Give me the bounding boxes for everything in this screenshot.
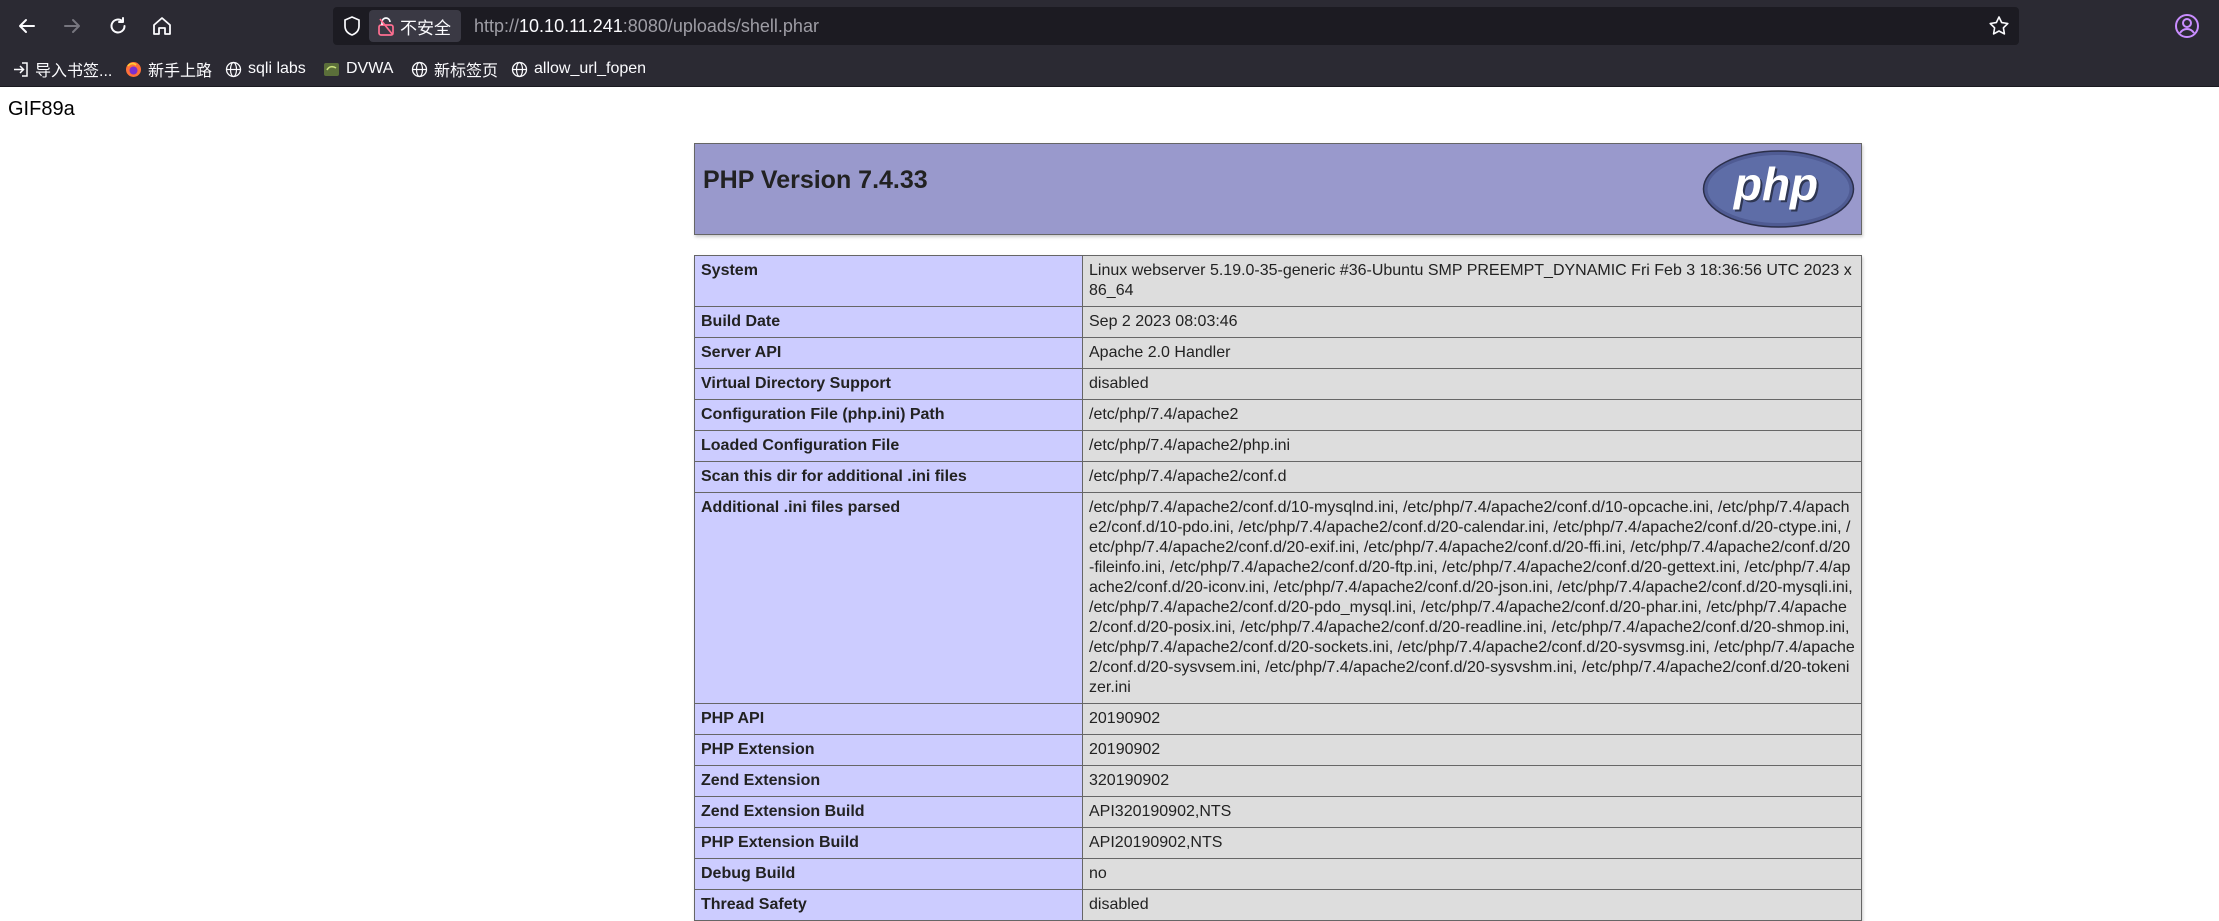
globe-icon xyxy=(411,61,428,77)
info-value: /etc/php/7.4/apache2/php.ini xyxy=(1082,430,1862,462)
info-key: Build Date xyxy=(694,306,1083,338)
account-icon[interactable] xyxy=(2173,12,2201,40)
info-value: no xyxy=(1082,858,1862,890)
url-path: :8080/uploads/shell.phar xyxy=(622,16,819,36)
info-value: 20190902 xyxy=(1082,734,1862,766)
info-row: Zend Extension 320190902 xyxy=(694,765,1862,797)
info-key: Scan this dir for additional .ini files xyxy=(694,461,1083,493)
forward-button[interactable] xyxy=(57,11,87,41)
url-text[interactable]: http://10.10.11.241:8080/uploads/shell.p… xyxy=(474,16,819,37)
back-arrow-icon xyxy=(19,19,35,33)
bookmark-label: DVWA xyxy=(346,60,394,77)
info-row: Additional .ini files parsed/etc/php/7.4… xyxy=(694,492,1862,704)
php-version-title: PHP Version 7.4.33 xyxy=(703,166,928,194)
bookmark-label: 新标签页 xyxy=(434,63,499,80)
info-key: Server API xyxy=(694,337,1083,369)
info-value: /etc/php/7.4/apache2 xyxy=(1082,399,1862,431)
reload-button[interactable] xyxy=(103,11,133,41)
info-value: Linux webserver 5.19.0-35-generic #36-Ub… xyxy=(1082,255,1862,307)
info-row: PHP Extension Build API20190902,NTS xyxy=(694,827,1862,859)
reload-icon xyxy=(110,17,126,34)
info-key: Debug Build xyxy=(694,858,1083,890)
info-row: Configuration File (php.ini) Path/etc/ph… xyxy=(694,399,1862,431)
not-secure-indicator[interactable]: 不安全 xyxy=(369,10,461,42)
browser-toolbar: 不安全 http://10.10.11.241:8080/uploads/she… xyxy=(0,0,2219,52)
shield-icon[interactable] xyxy=(341,15,363,37)
phpinfo-header: PHP Version 7.4.33 php php xyxy=(694,143,1862,235)
info-key: PHP API xyxy=(694,703,1083,735)
globe-icon xyxy=(225,61,242,77)
info-value: /etc/php/7.4/apache2/conf.d xyxy=(1082,461,1862,493)
address-bar[interactable]: 不安全 http://10.10.11.241:8080/uploads/she… xyxy=(333,7,2019,45)
bookmark-label: 导入书签... xyxy=(35,63,113,80)
info-key: Additional .ini files parsed xyxy=(694,492,1083,704)
phpinfo-table: System Linux webserver 5.19.0-35-generic … xyxy=(694,255,1862,921)
info-row: Server API Apache 2.0 Handler xyxy=(694,337,1862,369)
svg-text:php: php xyxy=(1732,158,1818,210)
info-row: PHP API 20190902 xyxy=(694,703,1862,735)
bookmark-dvwa[interactable]: DVWA xyxy=(323,56,393,82)
not-secure-label: 不安全 xyxy=(400,18,451,38)
import-icon xyxy=(14,61,28,77)
info-value: 20190902 xyxy=(1082,703,1862,735)
info-value: Sep 2 2023 08:03:46 xyxy=(1082,306,1862,338)
home-button[interactable] xyxy=(147,11,177,41)
bookmark-label: allow_url_fopen xyxy=(534,60,647,77)
info-row: Loaded Configuration File/etc/php/7.4/ap… xyxy=(694,430,1862,462)
info-row: Debug Build no xyxy=(694,858,1862,890)
info-row: Build Date Sep 2 2023 08:03:46 xyxy=(694,306,1862,338)
phpinfo-container: PHP Version 7.4.33 php php System Linux w… xyxy=(694,143,1862,921)
info-value: API20190902,NTS xyxy=(1082,827,1862,859)
bookmark-label: 新手上路 xyxy=(148,63,213,80)
forward-arrow-icon xyxy=(64,19,80,33)
info-value: disabled xyxy=(1082,368,1862,400)
info-value: API320190902,NTS xyxy=(1082,796,1862,828)
bookmark-getting-started[interactable]: 新手上路 xyxy=(125,56,212,82)
url-prefix: http:// xyxy=(474,16,520,36)
dvwa-icon xyxy=(324,62,339,76)
info-key: Configuration File (php.ini) Path xyxy=(694,399,1083,431)
info-row: Zend Extension Build API320190902,NTS xyxy=(694,796,1862,828)
info-key: Loaded Configuration File xyxy=(694,430,1083,462)
info-key: PHP Extension xyxy=(694,734,1083,766)
info-row: PHP Extension 20190902 xyxy=(694,734,1862,766)
info-value: disabled xyxy=(1082,889,1862,921)
bookmark-allow-url-fopen[interactable]: allow_url_fopen xyxy=(511,56,646,82)
info-value: /etc/php/7.4/apache2/conf.d/10-mysqlnd.i… xyxy=(1082,492,1862,704)
bookmark-label: sqli labs xyxy=(248,60,306,77)
info-row: System Linux webserver 5.19.0-35-generic … xyxy=(694,255,1862,307)
firefox-icon xyxy=(126,61,141,77)
bookmark-import[interactable]: 导入书签... xyxy=(12,56,112,82)
info-row: Virtual Directory Support disabled xyxy=(694,368,1862,400)
info-key: Zend Extension Build xyxy=(694,796,1083,828)
home-icon xyxy=(153,17,171,35)
bookmark-star-icon[interactable] xyxy=(1987,14,2011,38)
bookmarks-toolbar: 导入书签... 新手上路 sqli labs DVWA 新标签页 allow_u… xyxy=(0,52,2219,87)
info-value: Apache 2.0 Handler xyxy=(1082,337,1862,369)
info-value: 320190902 xyxy=(1082,765,1862,797)
info-key: Virtual Directory Support xyxy=(694,368,1083,400)
info-row: Thread Safety disabled xyxy=(694,889,1862,921)
info-key: Thread Safety xyxy=(694,889,1083,921)
url-host: 10.10.11.241 xyxy=(519,16,623,36)
info-key: Zend Extension xyxy=(694,765,1083,797)
bookmark-sqli-labs[interactable]: sqli labs xyxy=(225,56,306,82)
info-key: System xyxy=(694,255,1083,307)
gif-header-text: GIF89a xyxy=(8,98,75,120)
info-key: PHP Extension Build xyxy=(694,827,1083,859)
info-row: Scan this dir for additional .ini files /… xyxy=(694,461,1862,493)
broken-lock-icon xyxy=(378,17,394,36)
bookmark-new-tab[interactable]: 新标签页 xyxy=(411,56,498,82)
back-button[interactable] xyxy=(12,11,42,41)
php-logo-icon[interactable]: php php xyxy=(1701,149,1856,229)
globe-icon xyxy=(511,61,528,77)
